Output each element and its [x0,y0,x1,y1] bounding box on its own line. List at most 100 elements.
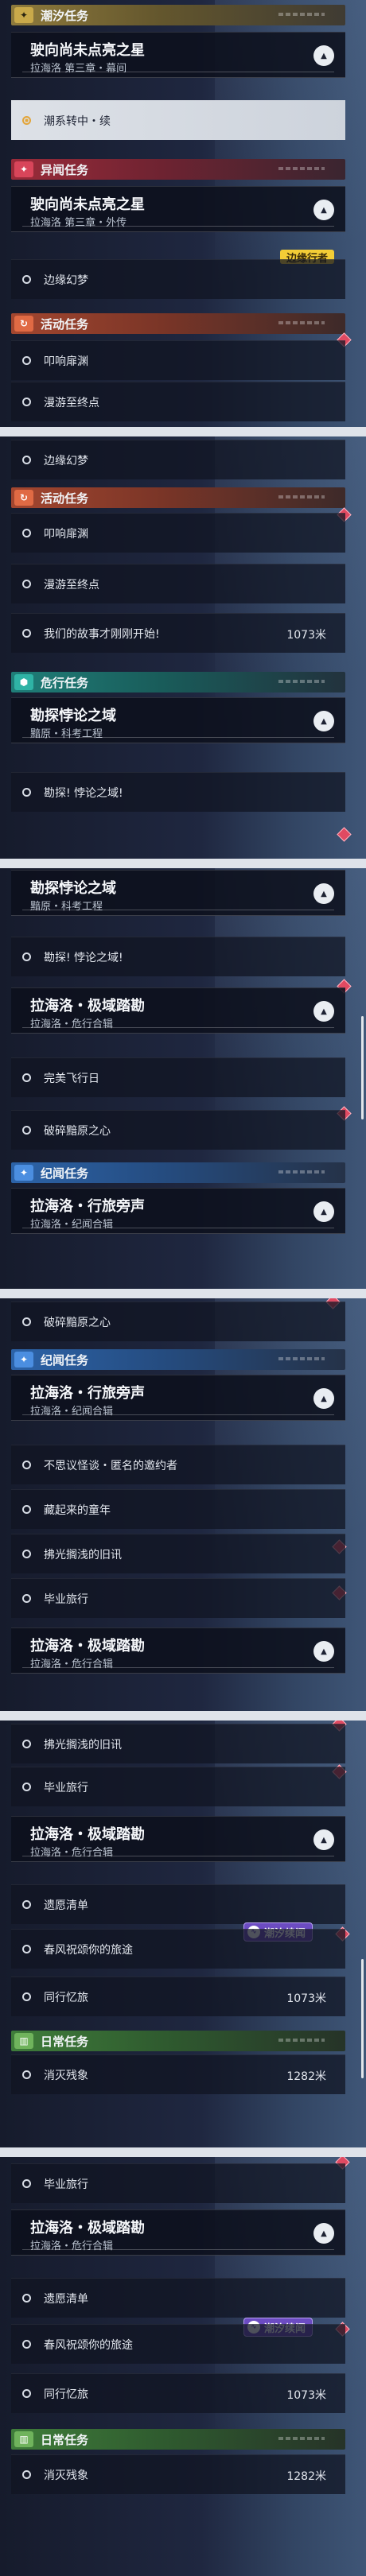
panel-2: 边缘幻梦 ↻ 活动任务 叩响扉渊 漫游至终点 我们的故事才刚刚开始! 1073米 ⬢… [0,436,366,859]
category-label: 纪闻任务 [41,1166,89,1181]
category-jiwen[interactable]: ✦ 纪闻任务 [11,1349,345,1370]
quest-header[interactable]: 拉海洛・极域踏勘 拉海洛・危行合辑 ▲ [11,2209,345,2256]
quest-step[interactable]: 边缘幻梦 [11,259,345,299]
category-label: 日常任务 [41,2432,89,2447]
collapse-icon[interactable]: ▲ [313,1388,334,1409]
quest-title: 拉海洛・极域踏勘 [30,1826,145,1843]
book-icon: ▥ [14,2033,33,2049]
collapse-icon[interactable]: ▲ [313,711,334,731]
quest-title: 拉海洛・极域踏勘 [30,2220,145,2237]
quest-step[interactable]: 不思议怪谈・匿名的邀约者 [11,1445,345,1484]
category-chaoxi[interactable]: ✦ 潮汐任务 [11,5,345,25]
quest-step[interactable]: 漫游至终点 [11,382,345,421]
quest-step[interactable]: 消灭残象 1282米 [11,2454,345,2494]
collapse-icon[interactable]: ▲ [313,1201,334,1222]
quest-step[interactable]: 遗愿清单 [11,2278,345,2318]
collapse-icon[interactable]: ▲ [313,883,334,904]
quest-header[interactable]: 拉海洛・行旅旁声 拉海洛・纪闻合辑 ▲ [11,1188,345,1234]
collapse-icon[interactable]: ▲ [313,200,334,220]
collapse-icon[interactable]: ▲ [313,1641,334,1662]
collapse-icon[interactable]: ▲ [313,45,334,66]
collapse-icon[interactable]: ▲ [313,1001,334,1022]
quest-step[interactable]: 破碎黯原之心 [11,1110,345,1150]
radio-icon [22,1505,31,1514]
collapse-icon[interactable]: ▲ [313,2223,334,2244]
quest-title: 驶向尚未点亮之星 [30,196,145,213]
quest-step[interactable]: 毕业旅行 [11,1578,345,1618]
quest-step[interactable]: 勘探! 悖论之域! [11,937,345,976]
quest-step[interactable]: 拂光搁浅的旧讯 [11,1534,345,1573]
distance-label: 1282米 [286,2470,326,2483]
panel-5: 拂光搁浅的旧讯 毕业旅行 拉海洛・极域踏勘拉海洛・危行合辑▲ 遗愿清单 ∿潮汐续… [0,1721,366,2147]
quest-header[interactable]: 勘探悖论之域 黯原・科考工程 ▲ [11,870,345,916]
quest-step[interactable]: 消灭残象 1282米 [11,2054,345,2094]
radio-icon [22,275,31,284]
scrollbar[interactable] [361,1959,364,2078]
quest-step[interactable]: 我们的故事才刚刚开始! 1073米 [11,613,345,653]
book-icon: ▥ [14,2431,33,2447]
quest-subtitle: 拉海洛・危行合辑 [30,1847,114,1859]
swirl-icon: ↻ [14,316,33,332]
category-weixing[interactable]: ⬢ 危行任务 [11,672,345,692]
step-label: 拂光搁浅的旧讯 [44,1738,122,1752]
radio-icon [22,1783,31,1791]
quest-step[interactable]: 春风祝颂你的旅途 [11,1929,345,1969]
radio-icon [22,1594,31,1603]
quest-step[interactable]: 同行忆旅 1073米 [11,2373,345,2413]
category-label: 活动任务 [41,491,89,506]
step-label: 春风祝颂你的旅途 [44,2338,133,2352]
plus-star-icon: ✦ [14,161,33,177]
quest-subtitle: 拉海洛・危行合辑 [30,1018,114,1030]
quest-header[interactable]: 驶向尚未点亮之星 拉海洛 第三章・幕间 ▲ [11,32,345,78]
radio-icon [22,580,31,588]
radio-icon [22,1900,31,1909]
quest-step[interactable]: 藏起来的童年 [11,1489,345,1529]
step-label: 春风祝颂你的旅途 [44,1943,133,1957]
category-richang[interactable]: ▥ 日常任务 [11,2429,345,2450]
quest-step[interactable]: 破碎黯原之心 [11,1302,345,1341]
quest-header[interactable]: 拉海洛・极域踏勘拉海洛・危行合辑 ▲ [11,1816,345,1862]
quest-step[interactable]: 同行忆旅 1073米 [11,1977,345,2016]
quest-step[interactable]: 毕业旅行 [11,2163,345,2203]
radio-icon [22,1126,31,1135]
quest-step[interactable]: 勘探! 悖论之域! [11,772,345,812]
category-huodong[interactable]: ↻ 活动任务 [11,487,345,508]
radio-icon [22,456,31,464]
quest-header[interactable]: 拉海洛・极域踏勘 拉海洛・危行合辑 ▲ [11,987,345,1034]
quest-step[interactable]: 春风祝颂你的旅途 [11,2324,345,2364]
step-label: 毕业旅行 [44,1593,88,1606]
quest-step[interactable]: 叩响扉渊 [11,513,345,553]
scrollbar[interactable] [361,1016,364,1119]
radio-icon [22,952,31,961]
quest-step[interactable]: 漫游至终点 [11,564,345,603]
category-huodong[interactable]: ↻ 活动任务 [11,313,345,334]
quest-header[interactable]: 驶向尚未点亮之星 拉海洛 第三章・外传 ▲ [11,186,345,232]
step-label: 破碎黯原之心 [44,1316,111,1329]
quest-step[interactable]: 边缘幻梦 [11,440,345,479]
quest-header[interactable]: 勘探悖论之域 黯原・科考工程 ▲ [11,697,345,743]
plus-star-icon: ✦ [14,7,33,23]
quest-step[interactable]: 拂光搁浅的旧讯 [11,1724,345,1763]
quest-step[interactable]: 完美飞行日 [11,1057,345,1097]
plus-star-icon: ✦ [14,1165,33,1181]
category-yiwen[interactable]: ✦ 异闻任务 [11,159,345,180]
quest-step[interactable]: 遗愿清单 [11,1884,345,1924]
panel-1: ✦ 潮汐任务 驶向尚未点亮之星 拉海洛 第三章・幕间 ▲ 潮系转中・续 ✦ 异闻任务 驶… [0,0,366,427]
step-label: 漫游至终点 [44,396,99,409]
quest-header[interactable]: 拉海洛・极域踏勘 拉海洛・危行合辑 ▲ [11,1627,345,1674]
quest-subtitle: 拉海洛 第三章・幕间 [30,63,127,75]
radio-icon [22,116,31,125]
quest-step[interactable]: 毕业旅行 [11,1767,345,1806]
category-label: 纪闻任务 [41,1352,89,1368]
step-label: 毕业旅行 [44,2178,88,2191]
quest-title: 拉海洛・行旅旁声 [30,1385,145,1402]
map-marker-icon [337,827,352,842]
step-label: 勘探! 悖论之域! [44,951,123,964]
quest-step-selected[interactable]: 潮系转中・续 [11,100,345,140]
category-jiwen[interactable]: ✦ 纪闻任务 [11,1162,345,1183]
quest-step[interactable]: 叩响扉渊 [11,340,345,380]
collapse-icon[interactable]: ▲ [313,1829,334,1850]
category-richang[interactable]: ▥ 日常任务 [11,2031,345,2051]
quest-header[interactable]: 拉海洛・行旅旁声 拉海洛・纪闻合辑 ▲ [11,1375,345,1421]
distance-label: 1073米 [286,629,326,642]
